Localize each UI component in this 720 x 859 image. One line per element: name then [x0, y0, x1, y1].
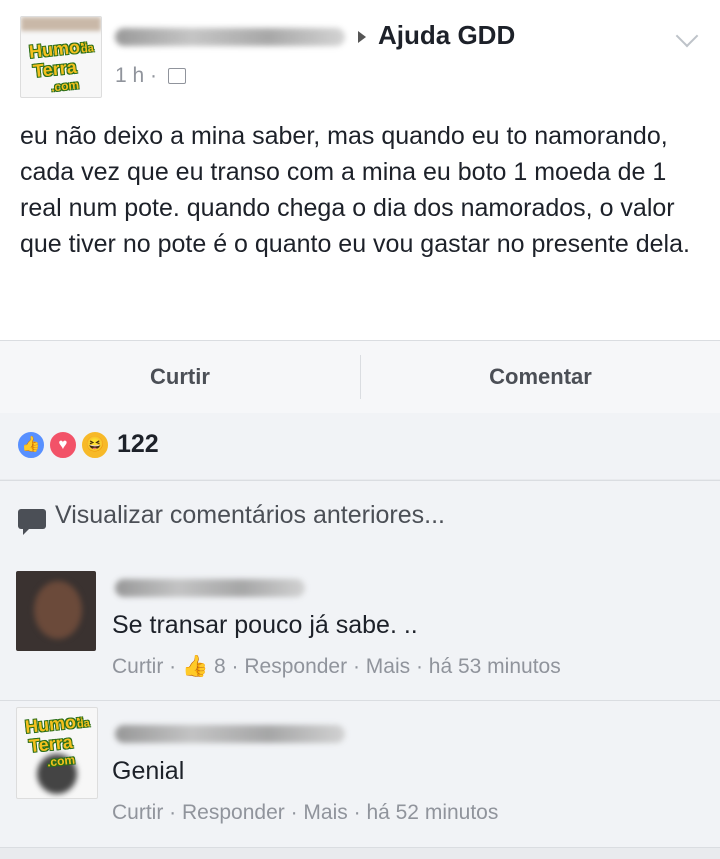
like-icon: 👍: [16, 430, 46, 460]
love-icon: ♥: [48, 430, 78, 460]
comment-item: Humor da Terra .com Genial Curtir · Resp…: [0, 701, 720, 848]
comment-like-link[interactable]: Curtir ·: [112, 801, 176, 824]
post-time[interactable]: 1 h ·: [115, 64, 157, 88]
comment-reply-link[interactable]: · Responder ·: [232, 655, 360, 678]
thumbs-up-icon: 👍: [182, 655, 209, 678]
comment-button[interactable]: Comentar: [361, 341, 720, 413]
view-previous-comments[interactable]: Visualizar comentários anteriores...: [0, 480, 720, 556]
comment-time[interactable]: há 53 minutos: [429, 655, 561, 678]
comment-like-count[interactable]: 8: [214, 655, 226, 678]
haha-icon: 😆: [80, 430, 110, 460]
comment-meta: Curtir · 👍 8 · Responder · Mais · há 53 …: [112, 655, 561, 679]
arrow-right-icon: [358, 31, 366, 43]
comment-bubble-icon: [18, 509, 46, 535]
page-avatar[interactable]: Humor da Terra .com: [20, 16, 102, 98]
group-privacy-icon: [168, 68, 186, 84]
logo-text-3: .com: [50, 77, 80, 95]
comment-text: Se transar pouco já sabe. ..: [112, 611, 418, 639]
commenter-avatar[interactable]: Humor da Terra .com: [16, 707, 98, 799]
commenter-name-blurred[interactable]: [115, 725, 345, 743]
comment-text: Genial: [112, 757, 185, 785]
group-name[interactable]: Ajuda GDD: [378, 20, 515, 51]
author-name-blurred[interactable]: [115, 28, 345, 46]
comment-more-link[interactable]: Mais ·: [366, 655, 423, 678]
comment-item: Se transar pouco já sabe. .. Curtir · 👍 …: [0, 555, 720, 701]
comment-more-link[interactable]: Mais ·: [303, 801, 360, 824]
post-card: Humor da Terra .com Ajuda GDD 1 h · eu n…: [0, 0, 720, 340]
logo-text-small: da: [80, 42, 95, 56]
commenter-avatar[interactable]: [16, 571, 96, 651]
reactions-bar[interactable]: 👍 ♥ 😆 122: [0, 413, 720, 479]
reaction-count[interactable]: 122: [117, 430, 159, 459]
comment-like-link[interactable]: Curtir ·: [112, 655, 176, 678]
view-previous-comments-label[interactable]: Visualizar comentários anteriores...: [55, 501, 445, 530]
post-actions: Curtir Comentar: [0, 340, 720, 414]
commenter-name-blurred[interactable]: [115, 579, 305, 597]
comment-time[interactable]: há 52 minutos: [366, 801, 498, 824]
avatar-face-blurred: [34, 581, 82, 639]
comment-reply-link[interactable]: Responder ·: [182, 801, 298, 824]
logo-text-3: .com: [46, 752, 76, 770]
comment-meta: Curtir · Responder · Mais · há 52 minuto…: [112, 801, 498, 825]
logo-text-small: da: [76, 717, 91, 731]
post-body: eu não deixo a mina saber, mas quando eu…: [20, 122, 690, 258]
chevron-down-icon[interactable]: [675, 24, 699, 48]
like-button[interactable]: Curtir: [0, 341, 360, 413]
